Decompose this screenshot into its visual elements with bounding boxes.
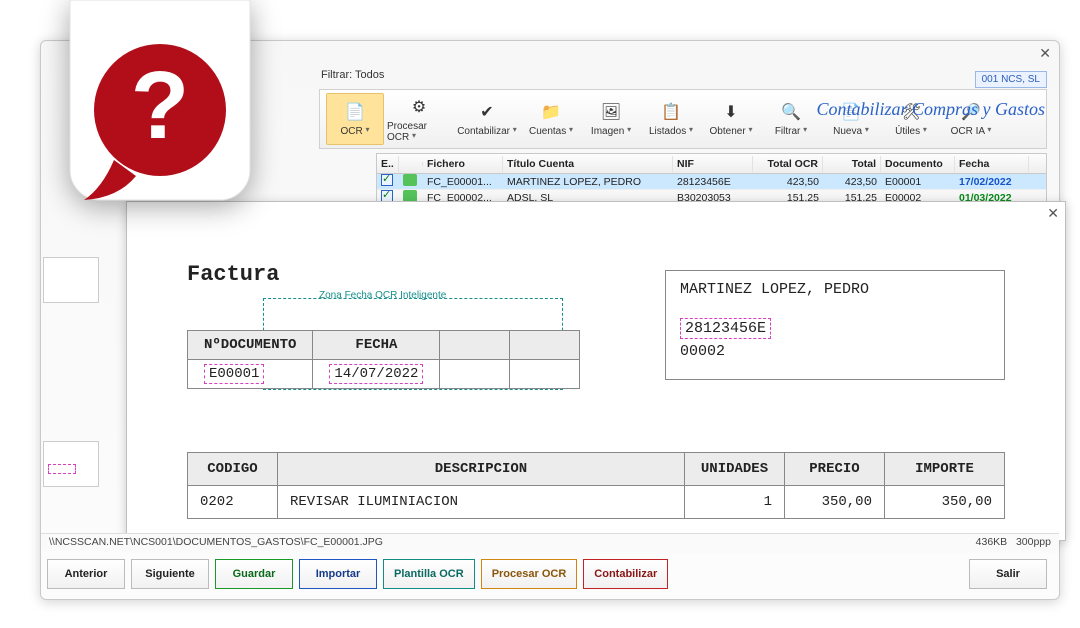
recipient-name: MARTINEZ LOPEZ, PEDRO [680,281,990,298]
cell-doc: E00001 [881,175,955,189]
status-size: 436KB [976,536,1008,548]
th-precio: PRECIO [785,453,885,486]
listados-button[interactable]: 📋 Listados ▾ [642,93,700,145]
ocr-icon: 📄 [344,101,366,123]
contabilizar-icon: ✔ [476,101,498,123]
salir-button[interactable]: Salir [969,559,1047,589]
contabilizar-button[interactable]: Contabilizar [583,559,668,589]
toolbar-label: Obtener ▾ [710,126,753,137]
recipient-code: 00002 [680,343,990,360]
filter-label: Filtrar: Todos [321,69,384,81]
company-badge[interactable]: 001 NCS, SL [975,71,1047,88]
footer-toolbar: Anterior Siguiente Guardar Importar Plan… [41,555,1059,593]
invoice-lines-table: CODIGO DESCRIPCION UNIDADES PRECIO IMPOR… [187,452,1005,519]
obtener-button[interactable]: ⬇ Obtener ▾ [702,93,760,145]
toolbar-label: Imagen ▾ [591,126,631,137]
procesar-button[interactable]: ⚙ Procesar OCR ▾ [386,93,452,145]
toolbar-label: Útiles ▾ [895,126,927,137]
col-estado: E.. [377,156,399,172]
cell-nif: 28123456E [673,175,753,189]
col-fichero: Fichero [423,156,503,172]
col-titulo: Título Cuenta [503,156,673,172]
th-fecha: FECHA [313,331,440,360]
col-fecha: Fecha [955,156,1029,172]
table-row[interactable]: FC_E00001...MARTINEZ LOPEZ, PEDRO2812345… [377,174,1046,190]
cell-titulo: MARTINEZ LOPEZ, PEDRO [503,175,673,189]
cell-doc: E00001 [188,360,313,389]
status-dpi: 300ppp [1016,536,1051,548]
th-unidades: UNIDADES [685,453,785,486]
invoice-line-row: 0202 REVISAR ILUMINIACION 1 350,00 350,0… [188,486,1005,519]
importar-button[interactable]: Importar [299,559,377,589]
document-viewer: ✕ Factura Zona Fecha OCR Inteligente NºD… [126,201,1066,541]
toolbar-label: Listados ▾ [649,126,693,137]
preview-thumb[interactable] [43,441,99,487]
imagen-button[interactable]: 🖼 Imagen ▾ [582,93,640,145]
procesar-ocr-button[interactable]: Procesar OCR [481,559,578,589]
col-total: Total [823,156,881,172]
ocr-doc-value[interactable]: E00001 [204,364,264,384]
row-checkbox[interactable] [381,174,393,186]
toolbar-label: Filtrar ▾ [775,126,807,137]
plantilla-button[interactable]: Plantilla OCR [383,559,475,589]
recipient-box: MARTINEZ LOPEZ, PEDRO 28123456E 00002 [665,270,1005,380]
toolbar-label: Nueva ▾ [833,126,869,137]
ocr-button[interactable]: 📄 OCR ▾ [326,93,384,145]
col-doc: Documento [881,156,955,172]
status-path: \\NCSSCAN.NET\NCS001\DOCUMENTOS_GASTOS\F… [49,536,383,549]
listados-icon: 📋 [660,101,682,123]
cuentas-button[interactable]: 📁 Cuentas ▾ [522,93,580,145]
siguiente-button[interactable]: Siguiente [131,559,209,589]
cell-unidades: 1 [685,486,785,519]
col-check [399,162,423,166]
obtener-icon: ⬇ [720,101,742,123]
status-pill [403,174,417,186]
app-title: Contabilizar Compras y Gastos [816,99,1045,120]
col-nif: NIF [673,156,753,172]
cell-fecha: 14/07/2022 [313,360,440,389]
main-window: ✕ Filtrar: Todos 001 NCS, SL 📄 OCR ▾ ⚙ Proc… [40,40,1060,600]
grid-header: E.. Fichero Título Cuenta NIF Total OCR … [377,154,1046,174]
ocr-fecha-value[interactable]: 14/07/2022 [329,364,423,384]
toolbar-label: Cuentas ▾ [529,126,573,137]
contabilizar-button[interactable]: ✔ Contabilizar ▾ [454,93,520,145]
cell-totalocr: 423,50 [753,175,823,189]
cell-desc: REVISAR ILUMINIACION [278,486,685,519]
col-totalocr: Total OCR [753,156,823,172]
toolbar-label: Procesar OCR ▾ [387,121,451,143]
preview-thumb[interactable] [43,257,99,303]
imagen-icon: 🖼 [600,101,622,123]
cell-codigo: 0202 [188,486,278,519]
toolbar-label: Contabilizar ▾ [457,126,517,137]
filtrar-button[interactable]: 🔍 Filtrar ▾ [762,93,820,145]
th-desc: DESCRIPCION [278,453,685,486]
procesar-icon: ⚙ [408,96,430,118]
th-doc: NºDOCUMENTO [188,331,313,360]
recipient-nif[interactable]: 28123456E [680,318,771,339]
cuentas-icon: 📁 [540,101,562,123]
th-codigo: CODIGO [188,453,278,486]
guardar-button[interactable]: Guardar [215,559,293,589]
filtrar-icon: 🔍 [780,101,802,123]
cell-importe: 350,00 [885,486,1005,519]
anterior-button[interactable]: Anterior [47,559,125,589]
cell-fichero: FC_E00001... [423,175,503,189]
cell-total: 423,50 [823,175,881,189]
doc-header-table: NºDOCUMENTO FECHA E00001 14/07/2022 [187,330,580,389]
th-importe: IMPORTE [885,453,1005,486]
cell-fecha: 17/02/2022 [955,175,1029,189]
toolbar-label: OCR IA ▾ [951,126,992,137]
close-icon[interactable]: ✕ [1039,45,1051,62]
status-bar: \\NCSSCAN.NET\NCS001\DOCUMENTOS_GASTOS\F… [41,533,1059,551]
close-icon[interactable]: ✕ [1047,205,1059,222]
cell-precio: 350,00 [785,486,885,519]
toolbar-label: OCR ▾ [340,126,369,137]
